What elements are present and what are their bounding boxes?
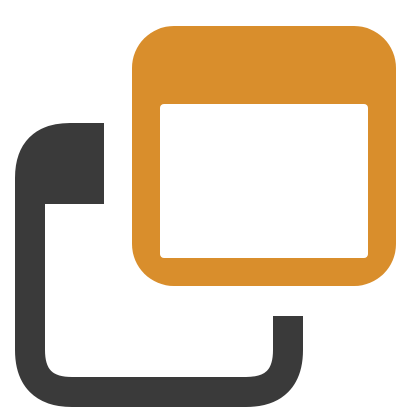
new-window-icon (15, 26, 396, 407)
front-window (132, 26, 396, 286)
icon-canvas (0, 0, 420, 420)
